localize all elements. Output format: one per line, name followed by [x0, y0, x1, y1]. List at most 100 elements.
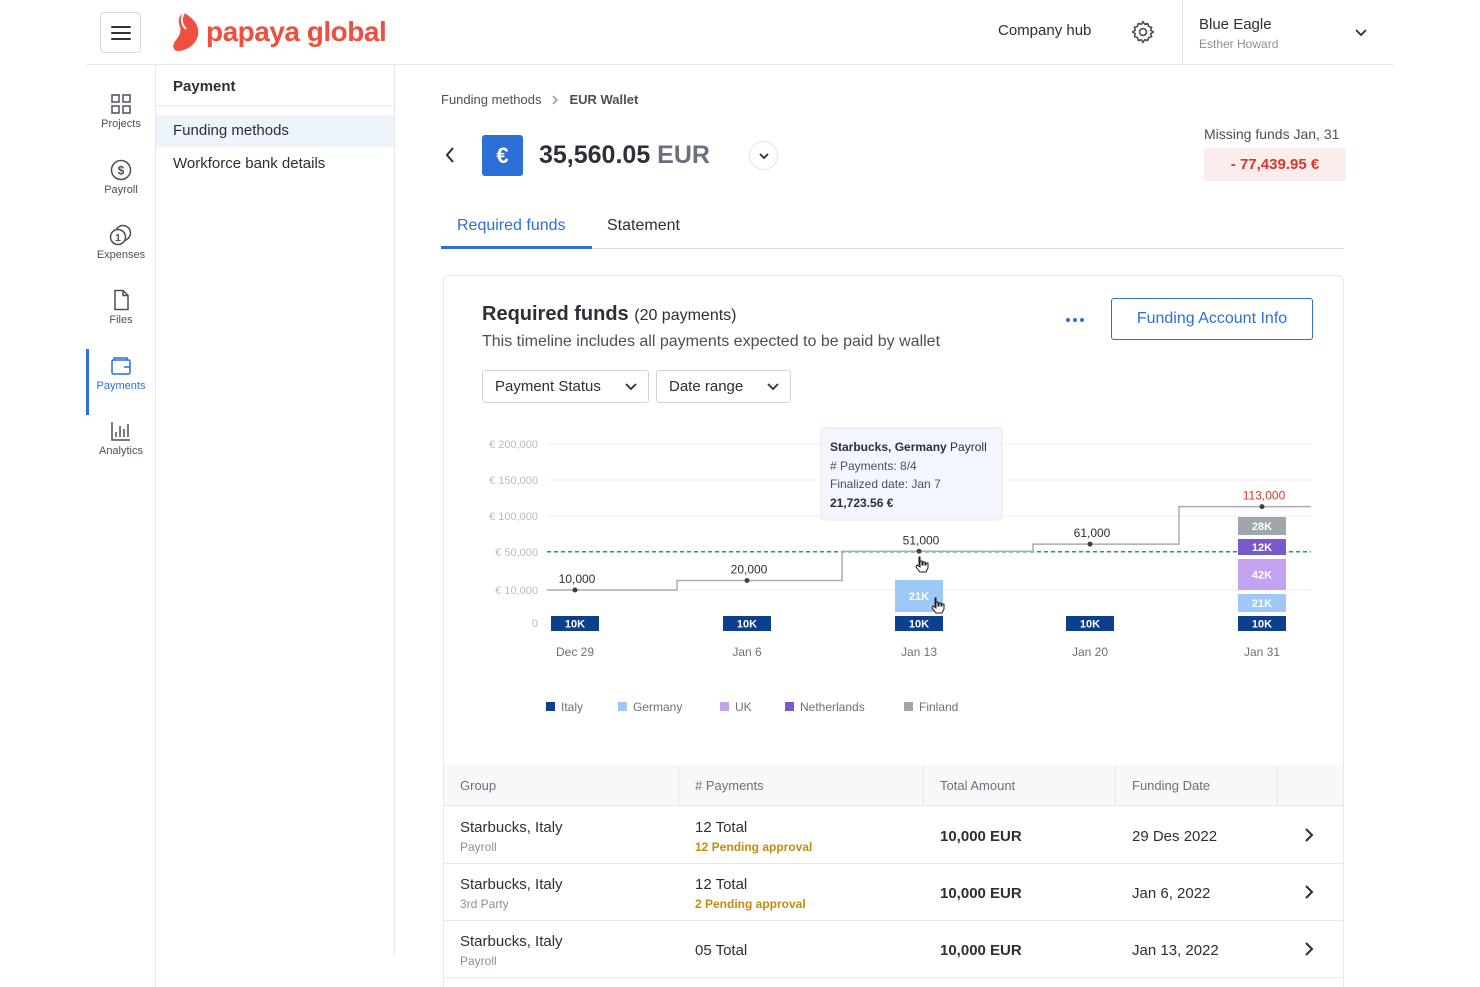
tooltip-title: Starbucks, Germany Payroll — [830, 440, 987, 454]
wallet-icon — [111, 357, 131, 375]
grid-icon — [111, 94, 131, 114]
file-icon — [114, 289, 129, 311]
wallet-balance: 35,560.05 EUR — [539, 141, 710, 170]
filter-label: Payment Status — [495, 378, 601, 395]
tab-required-funds[interactable]: Required funds — [457, 217, 566, 235]
back-arrow-icon[interactable] — [441, 144, 459, 166]
bar-chart-icon — [111, 422, 130, 441]
menu-button[interactable] — [100, 12, 141, 53]
column-header-total-amount[interactable]: Total Amount — [940, 778, 1015, 793]
legend-swatch — [904, 702, 913, 711]
line-value-label: 113,000 — [1243, 489, 1286, 503]
chevron-right-icon[interactable] — [1301, 941, 1317, 957]
nav-expenses[interactable]: 1 Expenses — [86, 224, 156, 288]
chevron-right-icon[interactable] — [1301, 827, 1317, 843]
row-pending-status: 2 Pending approval — [695, 897, 806, 911]
subnav-funding-methods[interactable]: Funding methods — [156, 115, 394, 147]
tab-statement[interactable]: Statement — [607, 217, 680, 235]
bar-label: 10K — [1252, 619, 1272, 631]
y-tick-label: € 50,000 — [495, 547, 538, 559]
dollar-icon: $ — [110, 159, 132, 181]
column-header-group[interactable]: Group — [460, 778, 496, 793]
x-tick-label: Dec 29 — [556, 645, 594, 659]
gear-icon[interactable] — [1130, 19, 1156, 45]
nav-payroll[interactable]: $ Payroll — [86, 159, 156, 223]
tooltip-amount: 21,723.56 € — [830, 496, 894, 510]
bar-label: 21K — [909, 591, 929, 603]
brand-logo[interactable]: papaya global — [170, 10, 387, 54]
table-row[interactable]: Starbucks, Italy 3rd Party 12 Total 2 Pe… — [444, 864, 1343, 921]
bar-label: 28K — [1252, 521, 1272, 533]
more-options-icon[interactable] — [1063, 308, 1087, 332]
hand-cursor-icon — [915, 556, 929, 573]
bar-label: 10K — [737, 619, 757, 631]
nav-label: Payments — [96, 380, 146, 392]
nav-label: Expenses — [96, 249, 146, 261]
required-funds-chart: 0 € 10,000 € 50,000 € 100,000 € 150,000 € 200… — [489, 427, 1311, 714]
card-title-text: Required funds — [482, 303, 629, 325]
legend-label: Germany — [633, 700, 682, 714]
row-pending-status: 12 Pending approval — [695, 840, 813, 854]
missing-funds-label: Missing funds Jan, 31 — [1204, 126, 1340, 142]
nav-projects[interactable]: Projects — [86, 93, 156, 157]
column-header-payments[interactable]: # Payments — [695, 778, 764, 793]
breadcrumb: Funding methods EUR Wallet — [441, 92, 638, 107]
tooltip-line: # Payments: 8/4 — [830, 459, 917, 473]
nav-payments[interactable]: Payments — [86, 349, 156, 419]
row-payments: 12 Total — [695, 876, 748, 893]
row-funding-date: Jan 13, 2022 — [1132, 942, 1219, 959]
nav-files[interactable]: Files — [86, 289, 156, 353]
row-payments: 05 Total — [695, 942, 748, 959]
row-amount: 10,000 EUR — [940, 885, 1022, 902]
account-switcher[interactable]: Blue Eagle Esther Howard — [1182, 0, 1394, 65]
date-range-filter[interactable]: Date range — [656, 370, 791, 403]
wallet-selector-button[interactable] — [749, 141, 778, 170]
company-hub-link[interactable]: Company hub — [998, 22, 1091, 39]
line-point — [1259, 504, 1265, 510]
account-user-name: Esther Howard — [1199, 37, 1279, 51]
column-header-funding-date[interactable]: Funding Date — [1132, 778, 1210, 793]
account-company: Blue Eagle — [1199, 16, 1272, 33]
funding-account-info-button[interactable]: Funding Account Info — [1111, 298, 1313, 340]
row-group: Starbucks, Italy — [460, 876, 563, 893]
table-row[interactable]: Starbucks, Italy Payroll 12 Total 12 Pen… — [444, 807, 1343, 864]
row-amount: 10,000 EUR — [940, 942, 1022, 959]
svg-text:1: 1 — [115, 233, 121, 244]
brand-name: papaya global — [206, 16, 387, 47]
balance-currency: EUR — [657, 141, 710, 169]
subnav-workforce-bank-details[interactable]: Workforce bank details — [156, 148, 394, 180]
active-tab-indicator — [441, 246, 592, 249]
chevron-down-icon — [767, 383, 779, 391]
top-bar: papaya global Company hub Blue Eagle Est… — [86, 0, 1394, 65]
row-group: Starbucks, Italy — [460, 819, 563, 836]
y-tick-label: € 10,000 — [495, 585, 538, 597]
legend-label: UK — [735, 700, 752, 714]
row-payments: 12 Total — [695, 819, 748, 836]
column-divider — [1277, 765, 1278, 806]
x-tick-label: Jan 13 — [901, 645, 937, 659]
menu-icon-line — [110, 37, 131, 40]
legend-label: Italy — [561, 700, 583, 714]
chevron-right-icon[interactable] — [1301, 884, 1317, 900]
legend-swatch — [785, 702, 794, 711]
payment-status-filter[interactable]: Payment Status — [482, 370, 649, 403]
primary-nav: Projects $ Payroll 1 Expenses Files Paym… — [86, 65, 156, 987]
card-subtitle: This timeline includes all payments expe… — [482, 333, 941, 350]
payments-count: (20 payments) — [634, 307, 737, 324]
line-point — [744, 578, 750, 583]
line-value-label: 20,000 — [731, 563, 768, 577]
chevron-down-icon — [625, 383, 637, 391]
legend-swatch — [546, 702, 555, 711]
row-group: Starbucks, Italy — [460, 933, 563, 950]
card-title: Required funds (20 payments) — [482, 303, 737, 326]
nav-analytics[interactable]: Analytics — [86, 420, 156, 484]
row-funding-date: 29 Des 2022 — [1132, 828, 1218, 845]
breadcrumb-parent[interactable]: Funding methods — [441, 92, 541, 107]
bar-label: 42K — [1252, 570, 1272, 582]
y-tick-label: € 100,000 — [489, 511, 538, 523]
svg-text:$: $ — [118, 164, 125, 178]
row-type: Payroll — [460, 954, 497, 968]
table-row[interactable]: Starbucks, Italy Payroll 05 Total 10,000… — [444, 921, 1343, 978]
bar-label: 10K — [565, 619, 585, 631]
legend-swatch — [720, 702, 729, 711]
